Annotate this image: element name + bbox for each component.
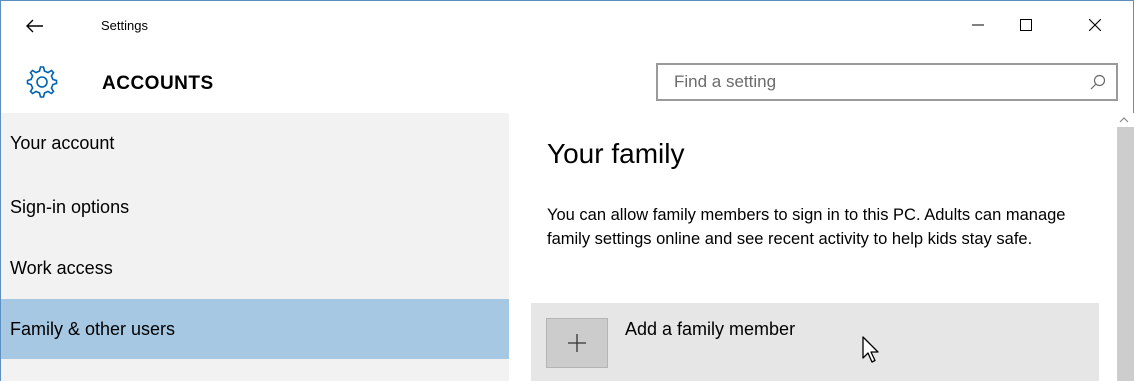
- sidebar-item-your-account[interactable]: Your account: [1, 113, 509, 173]
- plus-icon: [568, 334, 586, 352]
- close-icon: [1089, 19, 1101, 31]
- sidebar-item-sign-in-options[interactable]: Sign-in options: [1, 177, 509, 237]
- title-bar: Settings: [1, 1, 1133, 53]
- window-title: Settings: [101, 18, 148, 33]
- minimize-icon: [972, 24, 984, 26]
- add-family-member-button[interactable]: [531, 303, 1099, 381]
- sidebar-item-family-other-users[interactable]: Family & other users: [1, 299, 509, 359]
- page-title: Your family: [547, 138, 685, 169]
- scroll-up-arrow-icon[interactable]: [1119, 115, 1129, 125]
- sidebar-item-work-access[interactable]: Work access: [1, 238, 509, 298]
- maximize-button[interactable]: [1004, 9, 1048, 41]
- sidebar-item-label: Sign-in options: [10, 196, 130, 217]
- page-description: You can allow family members to sign in …: [547, 206, 1066, 248]
- scrollbar-thumb[interactable]: [1117, 127, 1134, 381]
- add-family-member-tile[interactable]: [546, 318, 608, 368]
- close-button[interactable]: [1073, 9, 1117, 41]
- sidebar-item-label: Work access: [10, 257, 113, 278]
- settings-window: Settings ACCOUNTS Find a setting Your ac…: [0, 0, 1134, 381]
- back-button[interactable]: [15, 11, 55, 41]
- minimize-button[interactable]: [956, 9, 1000, 41]
- search-box[interactable]: [656, 63, 1118, 101]
- add-family-member-label[interactable]: Add a family member: [625, 319, 795, 340]
- gear-icon: [26, 66, 58, 98]
- maximize-icon: [1020, 19, 1032, 31]
- section-title: ACCOUNTS: [102, 73, 214, 94]
- sidebar-item-label: Family & other users: [10, 318, 176, 339]
- back-arrow-icon: [26, 19, 43, 33]
- mouse-cursor-icon: [862, 336, 879, 363]
- sidebar-item-label: Your account: [10, 132, 115, 153]
- search-icon[interactable]: [1090, 74, 1106, 90]
- sidebar: Your account Sign-in options Work access…: [1, 113, 509, 381]
- search-input[interactable]: [658, 65, 1078, 99]
